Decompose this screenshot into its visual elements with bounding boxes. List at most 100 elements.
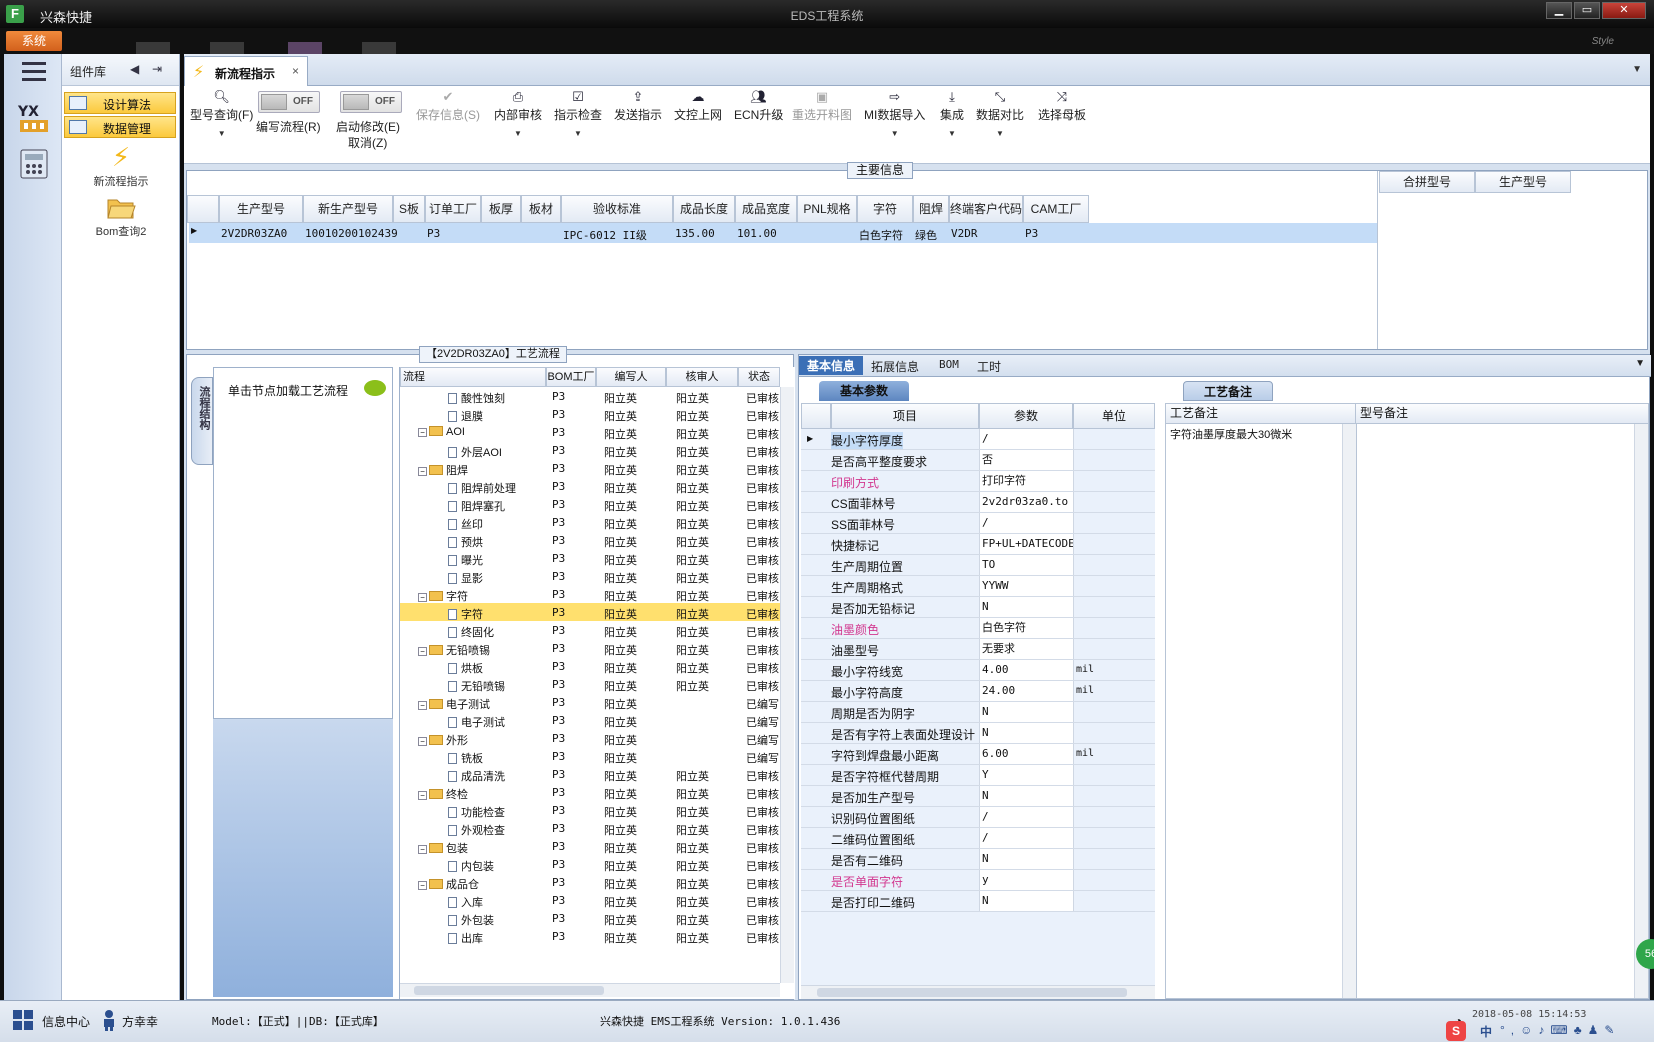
table-row[interactable]: 周期是否为阴字 N bbox=[801, 702, 1155, 723]
column-header[interactable]: 参数 bbox=[979, 403, 1073, 429]
table-row[interactable]: − 终检 P3 阳立英 阳立英 已审核 bbox=[400, 783, 780, 801]
model-query-button[interactable]: 🔍︎ 型号查询(F) ▼ bbox=[190, 88, 253, 138]
table-row[interactable]: 字符到焊盘最小距离 6.00 mil bbox=[801, 744, 1155, 765]
panel-item-bom-query[interactable]: Bom查询2 bbox=[62, 194, 180, 239]
tree-node[interactable]: 字符 bbox=[448, 606, 483, 622]
send-instruction-button[interactable]: ⇪ 发送指示 bbox=[614, 88, 662, 123]
sogou-ime-icon[interactable]: S bbox=[1446, 1021, 1466, 1041]
tree-node[interactable]: 入库 bbox=[448, 894, 483, 910]
tab-basic-info[interactable]: 基本信息 bbox=[799, 356, 864, 375]
collapse-icon[interactable]: − bbox=[418, 467, 427, 476]
table-cell[interactable]: 白色字符 bbox=[859, 227, 903, 243]
table-row[interactable]: 外观检查 P3 阳立英 阳立英 已审核 bbox=[400, 819, 780, 837]
param-value[interactable]: Y bbox=[979, 765, 1073, 785]
column-header[interactable]: 核审人 bbox=[666, 367, 738, 387]
table-row[interactable]: − AOI P3 阳立英 阳立英 已审核 bbox=[400, 423, 780, 441]
process-note-value[interactable]: 字符油墨厚度最大30微米 bbox=[1170, 426, 1292, 442]
tab-menu-chevron-icon[interactable]: ▼ bbox=[1632, 64, 1642, 75]
table-row[interactable]: 出库 P3 阳立英 阳立英 已审核 bbox=[400, 927, 780, 945]
column-header[interactable]: 合拼型号 bbox=[1379, 171, 1475, 193]
param-value[interactable]: 4.00 bbox=[979, 660, 1073, 680]
mi-import-button[interactable]: ⇨ MI数据导入 ▼ bbox=[864, 88, 925, 138]
tab-close-icon[interactable]: × bbox=[292, 64, 299, 78]
table-row[interactable]: 是否有二维码 N bbox=[801, 849, 1155, 870]
tree-node[interactable]: − 无铅喷锡 bbox=[418, 642, 490, 658]
tab-new-flow[interactable]: ⚡ 新流程指示 × bbox=[184, 56, 308, 86]
column-header[interactable]: 项目 bbox=[831, 403, 979, 429]
vertical-scrollbar[interactable] bbox=[780, 387, 794, 983]
tree-node[interactable]: − 电子测试 bbox=[418, 696, 490, 712]
tab-work-hours[interactable]: 工时 bbox=[977, 358, 1001, 375]
hamburger-menu-icon[interactable] bbox=[22, 62, 46, 82]
tree-node[interactable]: 酸性蚀刻 bbox=[448, 390, 505, 406]
chat-bubble-icon[interactable] bbox=[364, 380, 386, 396]
param-value[interactable]: / bbox=[979, 513, 1073, 533]
tree-node[interactable]: − 字符 bbox=[418, 588, 468, 604]
collapse-icon[interactable]: − bbox=[418, 791, 427, 800]
tree-node[interactable]: 丝印 bbox=[448, 516, 483, 532]
table-row[interactable]: 最小字符线宽 4.00 mil bbox=[801, 660, 1155, 681]
table-row[interactable]: 识别码位置图纸 / bbox=[801, 807, 1155, 828]
tab-process-notes[interactable]: 工艺备注 bbox=[1183, 381, 1273, 401]
table-row[interactable]: 是否加无铅标记 N bbox=[801, 597, 1155, 618]
table-cell[interactable]: IPC-6012 II级 bbox=[563, 227, 647, 243]
ime-toolbar-icons[interactable]: °,☺♪⌨♣♟✎ bbox=[1500, 1023, 1620, 1037]
tab-basic-params[interactable]: 基本参数 bbox=[819, 381, 909, 401]
param-value[interactable]: N bbox=[979, 891, 1073, 911]
table-row[interactable]: 最小字符高度 24.00 mil bbox=[801, 681, 1155, 702]
column-header[interactable]: 板材 bbox=[521, 195, 561, 223]
style-label[interactable]: Style bbox=[1592, 36, 1614, 47]
load-box[interactable]: 单击节点加载工艺流程 bbox=[213, 367, 393, 719]
table-row[interactable]: 是否字符框代替周期 Y bbox=[801, 765, 1155, 786]
collapse-icon[interactable]: − bbox=[418, 881, 427, 890]
table-row[interactable]: 阻焊前处理 P3 阳立英 阳立英 已审核 bbox=[400, 477, 780, 495]
info-center-link[interactable]: 信息中心 bbox=[42, 1013, 90, 1030]
column-header[interactable]: S板 bbox=[393, 195, 425, 223]
param-value[interactable]: N bbox=[979, 702, 1073, 722]
table-row[interactable]: 油墨型号 无要求 bbox=[801, 639, 1155, 660]
table-row[interactable]: 终固化 P3 阳立英 阳立英 已审核 bbox=[400, 621, 780, 639]
column-header[interactable]: 型号备注 bbox=[1356, 404, 1648, 424]
tree-node[interactable]: − 成品仓 bbox=[418, 876, 479, 892]
cancel-button[interactable]: 取消(Z) bbox=[348, 134, 387, 151]
column-header[interactable]: 状态 bbox=[738, 367, 780, 387]
table-row[interactable]: 铣板 P3 阳立英 已编写 bbox=[400, 747, 780, 765]
tree-node[interactable]: 烘板 bbox=[448, 660, 483, 676]
tree-node[interactable]: − 阻焊 bbox=[418, 462, 468, 478]
upload-doc-button[interactable]: ☁ 文控上网 bbox=[674, 88, 722, 123]
tab-bom[interactable]: BOM bbox=[939, 358, 959, 371]
tree-node[interactable]: 外包装 bbox=[448, 912, 494, 928]
table-row[interactable]: 印刷方式 打印字符 bbox=[801, 471, 1155, 492]
start-modify-toggle[interactable]: OFF bbox=[340, 91, 402, 113]
table-row[interactable]: 快捷标记 FP+UL+DATECODE bbox=[801, 534, 1155, 555]
tree-node[interactable]: 阻焊前处理 bbox=[448, 480, 516, 496]
edit-flow-toggle[interactable]: OFF bbox=[258, 91, 320, 113]
horizontal-scrollbar[interactable] bbox=[801, 985, 1155, 999]
table-row[interactable]: 烘板 P3 阳立英 阳立英 已审核 bbox=[400, 657, 780, 675]
table-row[interactable]: 外包装 P3 阳立英 阳立英 已审核 bbox=[400, 909, 780, 927]
tab-extended-info[interactable]: 拓展信息 bbox=[871, 358, 919, 375]
table-row[interactable]: 外层AOI P3 阳立英 阳立英 已审核 bbox=[400, 441, 780, 459]
table-row[interactable]: 显影 P3 阳立英 阳立英 已审核 bbox=[400, 567, 780, 585]
table-row[interactable]: 是否高平整度要求 否 bbox=[801, 450, 1155, 471]
param-value[interactable]: 否 bbox=[979, 450, 1073, 470]
table-row[interactable]: − 成品仓 P3 阳立英 阳立英 已审核 bbox=[400, 873, 780, 891]
tree-node[interactable]: 外观检查 bbox=[448, 822, 505, 838]
table-row[interactable]: 曝光 P3 阳立英 阳立英 已审核 bbox=[400, 549, 780, 567]
table-row[interactable]: 是否单面字符 y bbox=[801, 870, 1155, 891]
ime-language[interactable]: 中 bbox=[1480, 1023, 1492, 1040]
param-value[interactable]: FP+UL+DATECODE bbox=[979, 534, 1073, 554]
param-value[interactable]: N bbox=[979, 597, 1073, 617]
tree-node[interactable]: 无铅喷锡 bbox=[448, 678, 505, 694]
tree-node[interactable]: 铣板 bbox=[448, 750, 483, 766]
collapse-icon[interactable]: − bbox=[418, 593, 427, 602]
table-row[interactable]: − 字符 P3 阳立英 阳立英 已审核 bbox=[400, 585, 780, 603]
table-cell[interactable]: 101.00 bbox=[737, 227, 777, 240]
close-window-button[interactable]: ✕ bbox=[1602, 2, 1646, 19]
table-row[interactable]: CS面菲林号 2v2dr03za0.to bbox=[801, 492, 1155, 513]
table-row[interactable]: 成品清洗 P3 阳立英 阳立英 已审核 bbox=[400, 765, 780, 783]
table-row[interactable]: 功能检查 P3 阳立英 阳立英 已审核 bbox=[400, 801, 780, 819]
column-header[interactable]: 字符 bbox=[857, 195, 913, 223]
select-master-button[interactable]: ⤨ 选择母板 bbox=[1038, 88, 1086, 123]
collapse-icon[interactable]: − bbox=[418, 428, 427, 437]
